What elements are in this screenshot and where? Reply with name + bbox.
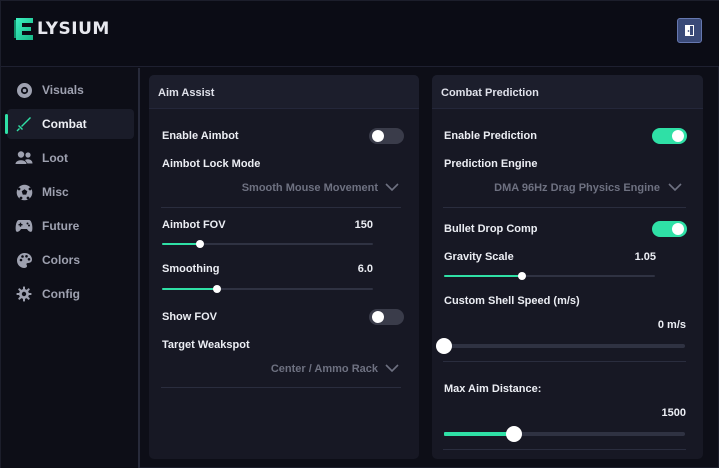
- sidebar-item-colors[interactable]: Colors: [7, 245, 134, 275]
- header-bar: LYSIUM: [1, 1, 719, 67]
- divider: [161, 207, 401, 208]
- sidebar: Visuals Combat Loot Misc Future Colors C…: [1, 68, 140, 468]
- slider-thumb[interactable]: [195, 240, 204, 248]
- enable-prediction-label: Enable Prediction: [444, 130, 537, 142]
- palette-icon: [15, 251, 33, 269]
- soccer-ball-icon: [15, 183, 33, 201]
- slider-fill: [162, 288, 217, 290]
- gear-icon: [15, 285, 33, 303]
- smoothing-value: 6.0: [357, 263, 373, 275]
- combat-prediction-panel: Combat Prediction Enable Prediction Pred…: [432, 75, 703, 459]
- divider: [443, 361, 686, 362]
- show-fov-label: Show FOV: [162, 311, 217, 323]
- sidebar-item-label: Visuals: [42, 83, 84, 97]
- gravity-scale-label: Gravity Scale: [444, 251, 514, 263]
- chevron-down-icon[interactable]: [668, 183, 682, 191]
- shell-speed-value: 0 m/s: [657, 319, 686, 331]
- shell-speed-label: Custom Shell Speed (m/s): [444, 295, 580, 307]
- slider-thumb[interactable]: [212, 285, 221, 293]
- max-aim-distance-label: Max Aim Distance:: [444, 383, 542, 395]
- divider: [443, 449, 686, 450]
- sidebar-item-label: Loot: [42, 151, 68, 165]
- slider-fill: [444, 275, 523, 277]
- exit-button[interactable]: [677, 18, 702, 43]
- toggle-knob: [672, 223, 684, 235]
- sidebar-item-label: Config: [42, 287, 80, 301]
- app-window: LYSIUM Visuals Combat Loot Misc Future C…: [0, 0, 719, 468]
- slider-fill: [162, 243, 200, 245]
- app-logo: LYSIUM: [13, 17, 110, 41]
- bullet-drop-label: Bullet Drop Comp: [444, 223, 538, 235]
- sidebar-item-config[interactable]: Config: [7, 279, 134, 309]
- divider: [161, 387, 401, 388]
- logo-e-mark: [13, 17, 35, 41]
- chevron-down-icon[interactable]: [385, 364, 399, 372]
- gravity-scale-slider[interactable]: [444, 272, 655, 280]
- sidebar-item-visuals[interactable]: Visuals: [7, 75, 134, 105]
- divider: [443, 207, 686, 208]
- toggle-knob: [372, 130, 384, 142]
- target-weakspot-select[interactable]: Center / Ammo Rack: [271, 363, 378, 375]
- aimbot-fov-slider[interactable]: [162, 240, 373, 248]
- aimbot-fov-label: Aimbot FOV: [162, 219, 226, 231]
- prediction-engine-label: Prediction Engine: [444, 158, 538, 170]
- sword-icon: [15, 115, 33, 133]
- sidebar-item-misc[interactable]: Misc: [7, 177, 134, 207]
- sidebar-item-label: Misc: [42, 185, 69, 199]
- enable-aimbot-label: Enable Aimbot: [162, 130, 239, 142]
- toggle-knob: [372, 311, 384, 323]
- max-aim-distance-slider[interactable]: [444, 426, 685, 442]
- slider-thumb[interactable]: [518, 272, 527, 280]
- panel-header: Combat Prediction: [432, 75, 703, 109]
- sidebar-item-label: Combat: [42, 117, 87, 131]
- bullet-drop-toggle[interactable]: [652, 221, 687, 237]
- panel-title: Combat Prediction: [441, 87, 539, 99]
- smoothing-slider[interactable]: [162, 285, 373, 293]
- slider-fill: [444, 432, 514, 436]
- slider-thumb[interactable]: [436, 338, 452, 354]
- enable-prediction-toggle[interactable]: [652, 128, 687, 144]
- panel-header: Aim Assist: [149, 75, 419, 109]
- sidebar-item-loot[interactable]: Loot: [7, 143, 134, 173]
- aim-assist-panel: Aim Assist Enable Aimbot Aimbot Lock Mod…: [149, 75, 419, 459]
- chevron-down-icon[interactable]: [385, 183, 399, 191]
- panel-title: Aim Assist: [158, 87, 215, 99]
- door-exit-icon: [685, 25, 694, 36]
- logo-text: LYSIUM: [37, 19, 110, 39]
- sidebar-item-combat[interactable]: Combat: [5, 109, 134, 139]
- sidebar-item-label: Colors: [42, 253, 81, 267]
- toggle-knob: [672, 130, 684, 142]
- smoothing-label: Smoothing: [162, 263, 220, 275]
- gamepad-icon: [15, 217, 33, 235]
- prediction-engine-select[interactable]: DMA 96Hz Drag Physics Engine: [494, 182, 660, 194]
- shell-speed-slider[interactable]: [436, 338, 685, 354]
- target-weakspot-label: Target Weakspot: [162, 339, 250, 351]
- enable-aimbot-toggle[interactable]: [369, 128, 404, 144]
- gravity-scale-value: 1.05: [634, 251, 656, 263]
- users-icon: [15, 149, 33, 167]
- show-fov-toggle[interactable]: [369, 309, 404, 325]
- aimbot-fov-value: 150: [354, 219, 373, 231]
- aimbot-lock-mode-select[interactable]: Smooth Mouse Movement: [242, 182, 378, 194]
- eye-circle-icon: [15, 81, 33, 99]
- sidebar-item-future[interactable]: Future: [7, 211, 134, 241]
- slider-thumb[interactable]: [505, 426, 522, 442]
- max-aim-distance-value: 1500: [661, 407, 686, 419]
- aimbot-lock-mode-label: Aimbot Lock Mode: [162, 158, 261, 170]
- sidebar-item-label: Future: [42, 219, 80, 233]
